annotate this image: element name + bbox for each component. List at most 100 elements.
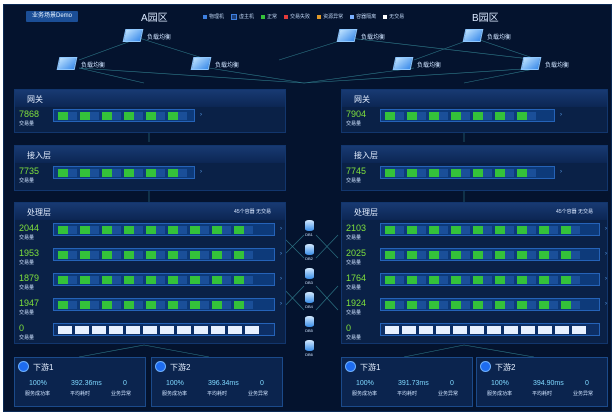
node-bar[interactable]: › xyxy=(380,109,562,122)
service-icon xyxy=(19,362,28,371)
chevron-right-icon[interactable]: › xyxy=(280,226,282,232)
trade-count: 0 xyxy=(19,323,25,333)
chevron-right-icon[interactable]: › xyxy=(560,112,562,118)
trade-count: 1764 xyxy=(346,273,367,283)
load-balancer-icon[interactable] xyxy=(56,57,78,70)
trade-count: 7904 xyxy=(346,109,367,119)
node-bar-idle[interactable] xyxy=(380,323,600,336)
node-bar[interactable]: › xyxy=(380,248,607,261)
avg-time-label: 平均耗时 xyxy=(397,391,418,397)
load-balancer-label: 负载均衡 xyxy=(487,35,512,41)
node-bar[interactable]: › xyxy=(380,273,607,286)
success-rate: 100% xyxy=(166,380,184,387)
dashboard-frame: 业务场景Demo A园区 B园区 物理机 虚主机 正常 交易失败 资源异常 容器… xyxy=(3,4,612,412)
node-bar-idle[interactable] xyxy=(53,323,275,336)
trade-count: 1879 xyxy=(19,273,40,283)
panel-title: 接入层 xyxy=(27,151,51,160)
avg-time: 396.34ms xyxy=(208,380,239,387)
chevron-right-icon[interactable]: › xyxy=(605,276,607,282)
database-node[interactable]: DB5 xyxy=(303,316,315,333)
load-balancer-icon[interactable] xyxy=(462,29,484,42)
trade-count: 2044 xyxy=(19,223,40,233)
chevron-right-icon[interactable]: › xyxy=(560,169,562,175)
chevron-right-icon[interactable]: › xyxy=(280,276,282,282)
trade-count: 2025 xyxy=(346,248,367,258)
node-bar[interactable]: › xyxy=(53,109,202,122)
chevron-right-icon[interactable]: › xyxy=(280,301,282,307)
success-rate: 100% xyxy=(356,380,374,387)
node-bar[interactable]: › xyxy=(380,223,607,236)
database-node[interactable]: DB2 xyxy=(303,244,315,261)
success-rate-label: 服务成功率 xyxy=(25,391,51,397)
node-bar[interactable]: › xyxy=(53,298,282,311)
panel-b-gateway: 网关 7904 交易量 › xyxy=(341,89,608,133)
load-balancer-icon[interactable] xyxy=(122,29,144,42)
database-icon xyxy=(304,340,314,351)
trade-label: 交易量 xyxy=(19,335,35,341)
trade-count: 1953 xyxy=(19,248,40,258)
avg-time: 391.73ms xyxy=(398,380,429,387)
load-balancer-icon[interactable] xyxy=(336,29,358,42)
load-balancer-icon[interactable] xyxy=(190,57,212,70)
load-balancer-label: 负载均衡 xyxy=(361,35,386,41)
trade-label: 交易量 xyxy=(19,310,35,316)
load-balancer-icon[interactable] xyxy=(520,57,542,70)
panel-title: 网关 xyxy=(27,95,43,104)
chevron-right-icon[interactable]: › xyxy=(605,226,607,232)
avg-time-label: 平均耗时 xyxy=(207,391,228,397)
biz-errors-label: 业务异常 xyxy=(248,391,269,397)
downstream-card[interactable]: 下游1 100% 391.73ms 0 服务成功率 平均耗时 业务异常 xyxy=(341,357,473,407)
trade-label: 交易量 xyxy=(346,310,362,316)
database-icon xyxy=(304,244,314,255)
panel-b-process: 处理层 45个容器 无交易 2103 交易量 › 2025 交易量 › 1764… xyxy=(341,202,608,344)
node-bar[interactable]: › xyxy=(53,223,282,236)
node-bar[interactable]: › xyxy=(53,166,202,179)
load-balancer-label: 负载均衡 xyxy=(147,35,172,41)
database-node[interactable]: DB1 xyxy=(303,220,315,237)
trade-count: 7735 xyxy=(19,166,40,176)
panel-title: 网关 xyxy=(354,95,370,104)
chevron-right-icon[interactable]: › xyxy=(605,301,607,307)
downstream-name: 下游1 xyxy=(33,363,54,372)
biz-errors-label: 业务异常 xyxy=(573,391,594,397)
chevron-right-icon[interactable]: › xyxy=(200,169,202,175)
trade-label: 交易量 xyxy=(19,260,35,266)
database-node[interactable]: DB6 xyxy=(303,340,315,357)
node-bar[interactable]: › xyxy=(380,298,607,311)
biz-errors: 0 xyxy=(260,380,264,387)
node-bar[interactable]: › xyxy=(380,166,562,179)
database-node[interactable]: DB4 xyxy=(303,292,315,309)
panel-title: 接入层 xyxy=(354,151,378,160)
node-bar[interactable]: › xyxy=(53,273,282,286)
downstream-card[interactable]: 下游2 100% 396.34ms 0 服务成功率 平均耗时 业务异常 xyxy=(151,357,283,407)
chevron-right-icon[interactable]: › xyxy=(200,112,202,118)
load-balancer-label: 负载均衡 xyxy=(215,63,240,69)
panel-title: 处理层 xyxy=(27,208,51,217)
trade-label: 交易量 xyxy=(19,121,35,127)
panel-a-gateway: 网关 7868 交易量 › xyxy=(14,89,286,133)
trade-count: 2103 xyxy=(346,223,367,233)
chevron-right-icon[interactable]: › xyxy=(605,251,607,257)
database-node[interactable]: DB3 xyxy=(303,268,315,285)
database-icon xyxy=(304,316,314,327)
avg-time-label: 平均耗时 xyxy=(532,391,553,397)
node-bar[interactable]: › xyxy=(53,248,282,261)
trade-label: 交易量 xyxy=(346,178,362,184)
trade-label: 交易量 xyxy=(19,178,35,184)
trade-label: 交易量 xyxy=(346,235,362,241)
trade-count: 1924 xyxy=(346,298,367,308)
biz-errors-label: 业务异常 xyxy=(111,391,132,397)
container-note: 45个容器 无交易 xyxy=(556,209,593,215)
load-balancer-icon[interactable] xyxy=(392,57,414,70)
service-icon xyxy=(481,362,490,371)
chevron-right-icon[interactable]: › xyxy=(280,251,282,257)
container-note: 45个容器 无交易 xyxy=(234,209,271,215)
downstream-card[interactable]: 下游1 100% 392.36ms 0 服务成功率 平均耗时 业务异常 xyxy=(14,357,146,407)
database-icon xyxy=(304,268,314,279)
downstream-card[interactable]: 下游2 100% 394.90ms 0 服务成功率 平均耗时 业务异常 xyxy=(476,357,608,407)
service-icon xyxy=(346,362,355,371)
database-icon xyxy=(304,220,314,231)
biz-errors-label: 业务异常 xyxy=(438,391,459,397)
panel-a-process: 处理层 45个容器 无交易 2044 交易量 › 1953 交易量 › 1879… xyxy=(14,202,286,344)
trade-label: 交易量 xyxy=(19,285,35,291)
